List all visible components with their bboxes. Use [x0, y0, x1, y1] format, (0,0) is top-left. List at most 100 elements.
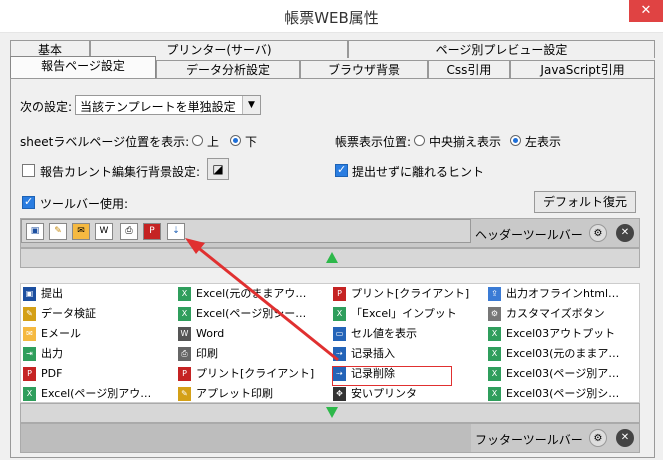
hint-label: 提出せずに離れるヒント	[352, 165, 485, 179]
pdf-print-icon: P	[333, 287, 346, 301]
email-icon[interactable]: ✉	[72, 223, 90, 240]
print-icon[interactable]: ⎙	[120, 223, 138, 240]
arrow-up-icon[interactable]	[326, 252, 338, 263]
next-setting-value: 当該テンプレートを単独設定	[80, 100, 236, 114]
grid-item-label: データ検証	[41, 307, 96, 320]
grid-item[interactable]: ✉ Eメール	[21, 324, 176, 344]
grid-item[interactable]: W Word	[176, 324, 331, 344]
grid-item-label: 出力	[41, 347, 63, 360]
grid-item-label: プリント[クライアント]	[196, 367, 315, 380]
pencil-icon: ✎	[23, 307, 36, 321]
grid-item[interactable]: ⇪ 出力オフラインhtml…	[486, 284, 641, 304]
grid-item[interactable]: ⇢ 记录插入	[331, 344, 486, 364]
grid-item-label: 记录插入	[351, 347, 395, 360]
grid-item[interactable]: P プリント[クライアント]	[176, 364, 331, 384]
next-setting-label: 次の設定:	[20, 100, 73, 114]
grid-item-label: 印刷	[196, 347, 218, 360]
grid-item[interactable]: X Excel03(元のままア…	[486, 344, 641, 364]
save-icon[interactable]: ▣	[26, 223, 44, 240]
radio-center[interactable]	[414, 135, 425, 146]
close-icon[interactable]: ✕	[616, 224, 634, 242]
pdf-print-icon[interactable]: P	[143, 223, 161, 240]
grid-item-label: PDF	[41, 367, 63, 380]
grid-item[interactable]: ▣ 提出	[21, 284, 176, 304]
highlight-box	[332, 366, 452, 386]
insert-record-icon: ⇢	[333, 347, 346, 361]
radio-sheet-bottom-label: 下	[245, 135, 258, 149]
grid-item-label: 「Excel」インプット	[351, 307, 457, 320]
header-toolbar: ▣ ✎ ✉ W ⎙ P ⇣ ヘッダーツールバー ⚙ ✕	[20, 218, 640, 248]
current-row-checkbox[interactable]	[22, 164, 35, 177]
grid-item[interactable]: ⎙ 印刷	[176, 344, 331, 364]
pencil-icon[interactable]: ✎	[49, 223, 67, 240]
hint-checkbox[interactable]	[335, 163, 348, 177]
offline-html-icon: ⇪	[488, 287, 501, 301]
print-icon: ⎙	[178, 347, 191, 361]
grid-item[interactable]: X Excel(元のままアウ…	[176, 284, 331, 304]
grid-item-label: Excel(元のままアウ…	[196, 287, 307, 300]
chevron-down-icon[interactable]: ▼	[242, 96, 260, 114]
excel03-icon: X	[488, 387, 501, 401]
excel-icon: X	[333, 307, 346, 321]
word-icon[interactable]: W	[95, 223, 113, 240]
radio-sheet-top-label: 上	[207, 135, 220, 149]
move-down-strip	[20, 403, 640, 423]
grid-item[interactable]: ✥ 安いプリンタ	[331, 384, 486, 404]
footer-toolbar: フッターツールバー ⚙ ✕	[20, 423, 640, 453]
grid-item[interactable]: P PDF	[21, 364, 176, 384]
word-icon: W	[178, 327, 191, 341]
excel03-icon: X	[488, 327, 501, 341]
excel-icon: X	[178, 287, 191, 301]
custom-button-icon: ⚙	[488, 307, 501, 321]
toolbar-checkbox[interactable]	[22, 195, 35, 209]
excel03-icon: X	[488, 347, 501, 361]
grid-item-label: セル値を表示	[351, 327, 417, 340]
grid-item-label: プリント[クライアント]	[351, 287, 470, 300]
grid-item[interactable]: ⚙ カスタマイズボタン	[486, 304, 641, 324]
grid-item-label: 提出	[41, 287, 63, 300]
header-toolbar-icons: ▣ ✎ ✉ W ⎙ P ⇣	[21, 219, 471, 243]
grid-item[interactable]: X Excel03(ページ別ア…	[486, 364, 641, 384]
next-setting-select[interactable]: 当該テンプレートを単独設定 ▼	[75, 95, 261, 115]
grid-item[interactable]: ▭ セル値を表示	[331, 324, 486, 344]
email-icon: ✉	[23, 327, 36, 341]
gear-icon[interactable]: ⚙	[589, 429, 607, 447]
grid-item[interactable]: P プリント[クライアント]	[331, 284, 486, 304]
grid-item[interactable]: ✎ データ検証	[21, 304, 176, 324]
grid-item-label: Excel(ページ別アウ…	[41, 387, 152, 400]
close-icon[interactable]: ✕	[616, 429, 634, 447]
grid-item-label: Eメール	[41, 327, 81, 340]
footer-toolbar-label: フッターツールバー	[475, 433, 583, 447]
cheap-printer-icon: ✥	[333, 387, 346, 401]
grid-item[interactable]: X Excel(ページ別アウ…	[21, 384, 176, 404]
radio-center-label: 中央揃え表示	[429, 135, 502, 149]
header-toolbar-label: ヘッダーツールバー	[475, 228, 583, 242]
grid-item[interactable]: X Excel03(ページ別シ…	[486, 384, 641, 404]
grid-item-label: Excel03(元のままア…	[506, 347, 620, 360]
grid-item-label: Excel03(ページ別ア…	[506, 367, 620, 380]
grid-item[interactable]: X 「Excel」インプット	[331, 304, 486, 324]
pdf-print-icon: P	[178, 367, 191, 381]
radio-sheet-top[interactable]	[192, 135, 203, 146]
arrow-down-icon[interactable]	[326, 407, 338, 418]
grid-item[interactable]: ⇥ 出力	[21, 344, 176, 364]
footer-toolbar-area	[21, 424, 471, 452]
move-up-strip	[20, 248, 640, 268]
grid-item[interactable]: X Excel03アウトプット	[486, 324, 641, 344]
sheet-label-position-label: sheetラベルページ位置を表示:	[20, 135, 190, 149]
radio-left[interactable]	[510, 135, 521, 146]
save-icon: ▣	[23, 287, 36, 301]
grid-item[interactable]: X Excel(ページ別シー…	[176, 304, 331, 324]
pdf-icon: P	[23, 367, 36, 381]
grid-item-label: Word	[196, 327, 225, 340]
gear-icon[interactable]: ⚙	[589, 224, 607, 242]
default-restore-button[interactable]: デフォルト復元	[534, 191, 636, 213]
grid-item[interactable]: ✎ アプレット印刷	[176, 384, 331, 404]
grid-item-label: カスタマイズボタン	[506, 307, 605, 320]
radio-sheet-bottom[interactable]	[230, 135, 241, 146]
paint-bucket-icon[interactable]: ◪	[207, 158, 229, 180]
grid-item-label: Excel03アウトプット	[506, 327, 616, 340]
insert-record-icon[interactable]: ⇣	[167, 223, 185, 240]
grid-item-label: Excel03(ページ別シ…	[506, 387, 620, 400]
cell-value-icon: ▭	[333, 327, 346, 341]
